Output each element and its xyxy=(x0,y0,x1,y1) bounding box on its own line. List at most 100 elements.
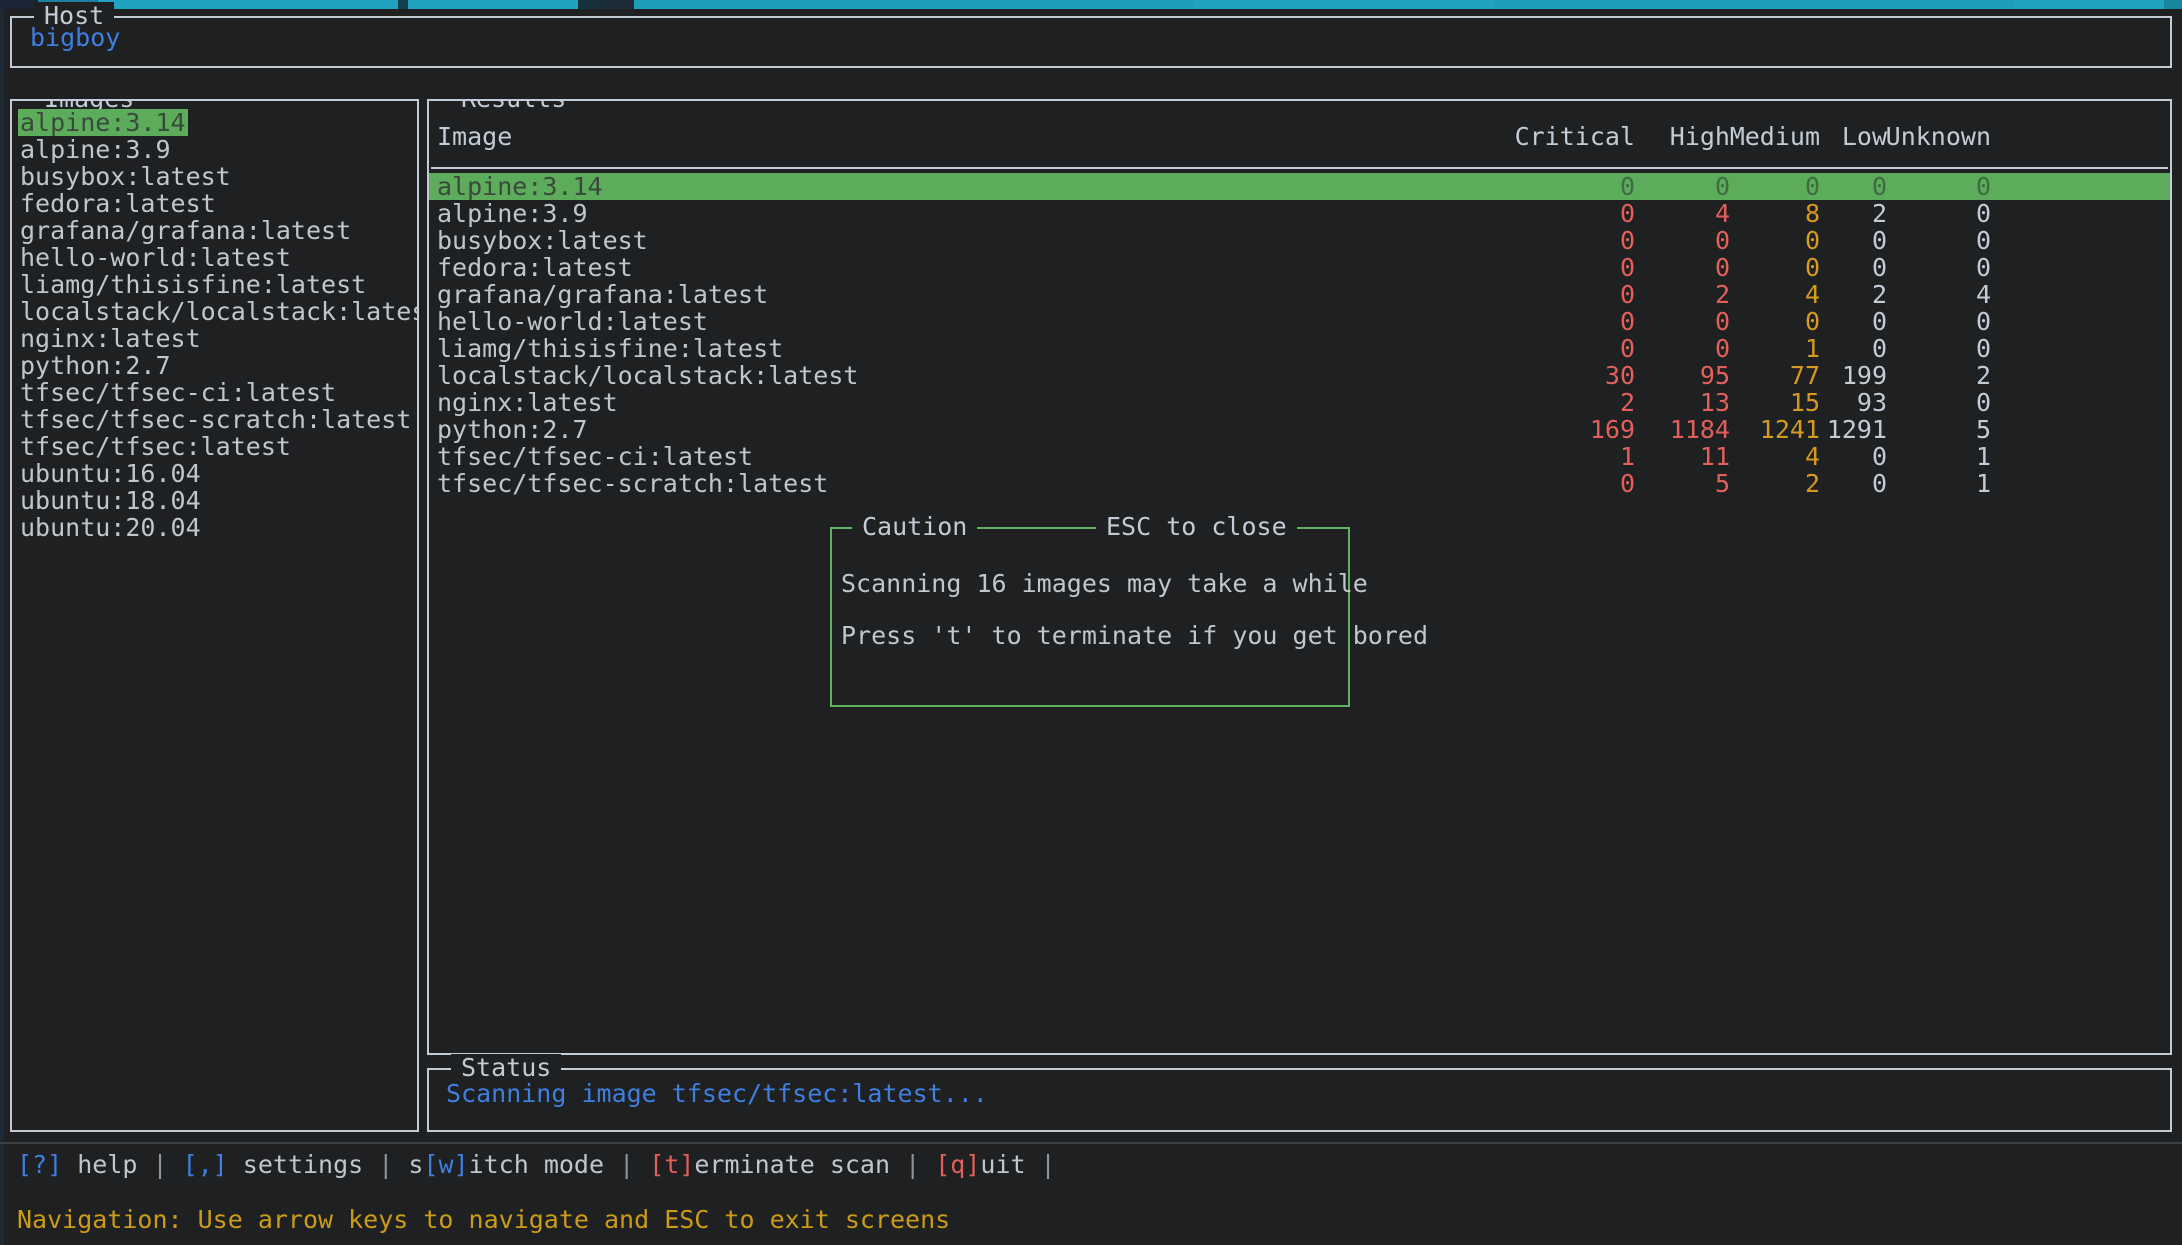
results-table-row[interactable]: python:2.71691184124112915 xyxy=(429,416,2170,443)
images-list-item[interactable]: tfsec/tfsec:latest xyxy=(18,432,293,461)
images-list-item[interactable]: hello-world:latest xyxy=(18,243,293,272)
results-row-critical: 0 xyxy=(1620,470,1635,497)
keyboard-shortcut-bar[interactable]: [?] help | [,] settings | s[w]itch mode … xyxy=(17,1151,1056,1178)
results-row-unknown: 0 xyxy=(1976,389,1991,416)
results-table-row[interactable]: alpine:3.904820 xyxy=(429,200,2170,227)
results-row-image: nginx:latest xyxy=(437,389,618,416)
shortcut-?[interactable]: [?] help xyxy=(17,1150,137,1179)
caution-dialog[interactable]: Caution ESC to close Scanning 16 images … xyxy=(830,527,1350,707)
results-row-low: 1291 xyxy=(1827,416,1887,443)
results-table-row[interactable]: localstack/localstack:latest3095771992 xyxy=(429,362,2170,389)
chrome-strip-segment xyxy=(398,0,408,9)
images-list-item[interactable]: alpine:3.14 xyxy=(18,109,188,136)
shortcut-prefix: s xyxy=(408,1150,423,1179)
results-row-medium: 0 xyxy=(1805,254,1820,281)
images-list-item[interactable]: tfsec/tfsec-scratch:latest xyxy=(18,405,413,434)
chrome-strip-segment xyxy=(634,0,1194,9)
results-row-unknown: 1 xyxy=(1976,443,1991,470)
results-row-unknown: 0 xyxy=(1976,227,1991,254)
results-row-image: python:2.7 xyxy=(437,416,588,443)
results-row-low: 93 xyxy=(1857,389,1887,416)
status-message: Scanning image tfsec/tfsec:latest... xyxy=(446,1080,988,1107)
results-row-high: 2 xyxy=(1715,281,1730,308)
images-list-item[interactable]: fedora:latest xyxy=(18,189,218,218)
column-header-low: Low xyxy=(1842,123,1887,150)
results-table-row[interactable]: fedora:latest00000 xyxy=(429,254,2170,281)
results-row-critical: 0 xyxy=(1620,200,1635,227)
images-list-item[interactable]: ubuntu:18.04 xyxy=(18,486,203,515)
results-row-low: 199 xyxy=(1842,362,1887,389)
images-list-item[interactable]: busybox:latest xyxy=(18,162,233,191)
shortcut-label: erminate scan xyxy=(694,1150,890,1179)
results-row-high: 5 xyxy=(1715,470,1730,497)
caution-dialog-line-1: Scanning 16 images may take a while xyxy=(841,570,1368,597)
results-table-row[interactable]: nginx:latest21315930 xyxy=(429,389,2170,416)
status-panel-title: Status xyxy=(451,1054,561,1081)
results-row-unknown: 0 xyxy=(1976,254,1991,281)
results-table-row[interactable]: tfsec/tfsec-ci:latest111401 xyxy=(429,443,2170,470)
results-row-medium: 15 xyxy=(1790,389,1820,416)
window-chrome-strip xyxy=(0,0,2182,9)
images-list-item[interactable]: nginx:latest xyxy=(18,324,203,353)
chrome-strip-segment xyxy=(98,0,398,9)
results-row-image: busybox:latest xyxy=(437,227,648,254)
shortcut-,[interactable]: [,] settings xyxy=(183,1150,364,1179)
results-table-row[interactable]: busybox:latest00000 xyxy=(429,227,2170,254)
images-list-item[interactable]: liamg/thisisfine:latest xyxy=(18,270,368,299)
shortcut-w[interactable]: s[w]itch mode xyxy=(408,1150,604,1179)
results-table-row[interactable]: alpine:3.1400000 xyxy=(429,173,2170,200)
column-header-critical: Critical xyxy=(1515,123,1635,150)
results-table-row[interactable]: hello-world:latest00000 xyxy=(429,308,2170,335)
results-table-body[interactable]: alpine:3.1400000alpine:3.904820busybox:l… xyxy=(429,173,2170,497)
results-row-critical: 0 xyxy=(1620,281,1635,308)
images-list-item[interactable]: ubuntu:16.04 xyxy=(18,459,203,488)
results-row-unknown: 0 xyxy=(1976,335,1991,362)
results-row-image: grafana/grafana:latest xyxy=(437,281,768,308)
shortcut-key: [w] xyxy=(423,1150,468,1179)
results-row-unknown: 0 xyxy=(1976,308,1991,335)
results-row-image: tfsec/tfsec-scratch:latest xyxy=(437,470,828,497)
results-row-unknown: 0 xyxy=(1976,173,1991,200)
chrome-strip-segment xyxy=(408,0,578,9)
results-row-medium: 0 xyxy=(1805,173,1820,200)
results-row-medium: 1241 xyxy=(1760,416,1820,443)
results-row-high: 11 xyxy=(1700,443,1730,470)
shortcut-q[interactable]: [q]uit xyxy=(935,1150,1025,1179)
images-list-item[interactable]: localstack/localstack:latest xyxy=(18,297,419,326)
chrome-strip-segment xyxy=(578,0,594,9)
results-table-row[interactable]: tfsec/tfsec-scratch:latest05201 xyxy=(429,470,2170,497)
results-row-image: alpine:3.9 xyxy=(437,200,588,227)
shortcut-t[interactable]: [t]erminate scan xyxy=(649,1150,890,1179)
chrome-strip-segment xyxy=(0,0,38,9)
results-row-unknown: 4 xyxy=(1976,281,1991,308)
results-row-high: 0 xyxy=(1715,308,1730,335)
left-edge-strip xyxy=(0,9,4,1245)
images-list-item[interactable]: python:2.7 xyxy=(18,351,173,380)
results-row-low: 0 xyxy=(1872,335,1887,362)
shortcut-separator: | xyxy=(363,1150,408,1179)
images-list-item[interactable]: alpine:3.9 xyxy=(18,135,173,164)
results-row-critical: 2 xyxy=(1620,389,1635,416)
results-row-low: 2 xyxy=(1872,200,1887,227)
results-row-unknown: 1 xyxy=(1976,470,1991,497)
images-list-item[interactable]: grafana/grafana:latest xyxy=(18,216,353,245)
results-row-high: 0 xyxy=(1715,335,1730,362)
results-row-critical: 1 xyxy=(1620,443,1635,470)
images-list-item[interactable]: tfsec/tfsec-ci:latest xyxy=(18,378,338,407)
shortcut-key: [q] xyxy=(935,1150,980,1179)
results-table-row[interactable]: liamg/thisisfine:latest00100 xyxy=(429,335,2170,362)
results-table-row[interactable]: grafana/grafana:latest02424 xyxy=(429,281,2170,308)
results-row-low: 0 xyxy=(1872,443,1887,470)
caution-dialog-title: Caution xyxy=(852,513,977,540)
results-row-medium: 4 xyxy=(1805,281,1820,308)
images-list[interactable]: alpine:3.14alpine:3.9busybox:latestfedor… xyxy=(18,109,413,541)
results-row-low: 0 xyxy=(1872,227,1887,254)
results-header-rule xyxy=(431,167,2168,169)
results-row-critical: 0 xyxy=(1620,227,1635,254)
results-row-low: 0 xyxy=(1872,470,1887,497)
results-row-image: localstack/localstack:latest xyxy=(437,362,858,389)
images-panel[interactable]: Images alpine:3.14alpine:3.9busybox:late… xyxy=(10,99,419,1132)
images-list-item[interactable]: ubuntu:20.04 xyxy=(18,513,203,542)
results-row-unknown: 5 xyxy=(1976,416,1991,443)
host-panel: Host bigboy xyxy=(10,16,2172,68)
